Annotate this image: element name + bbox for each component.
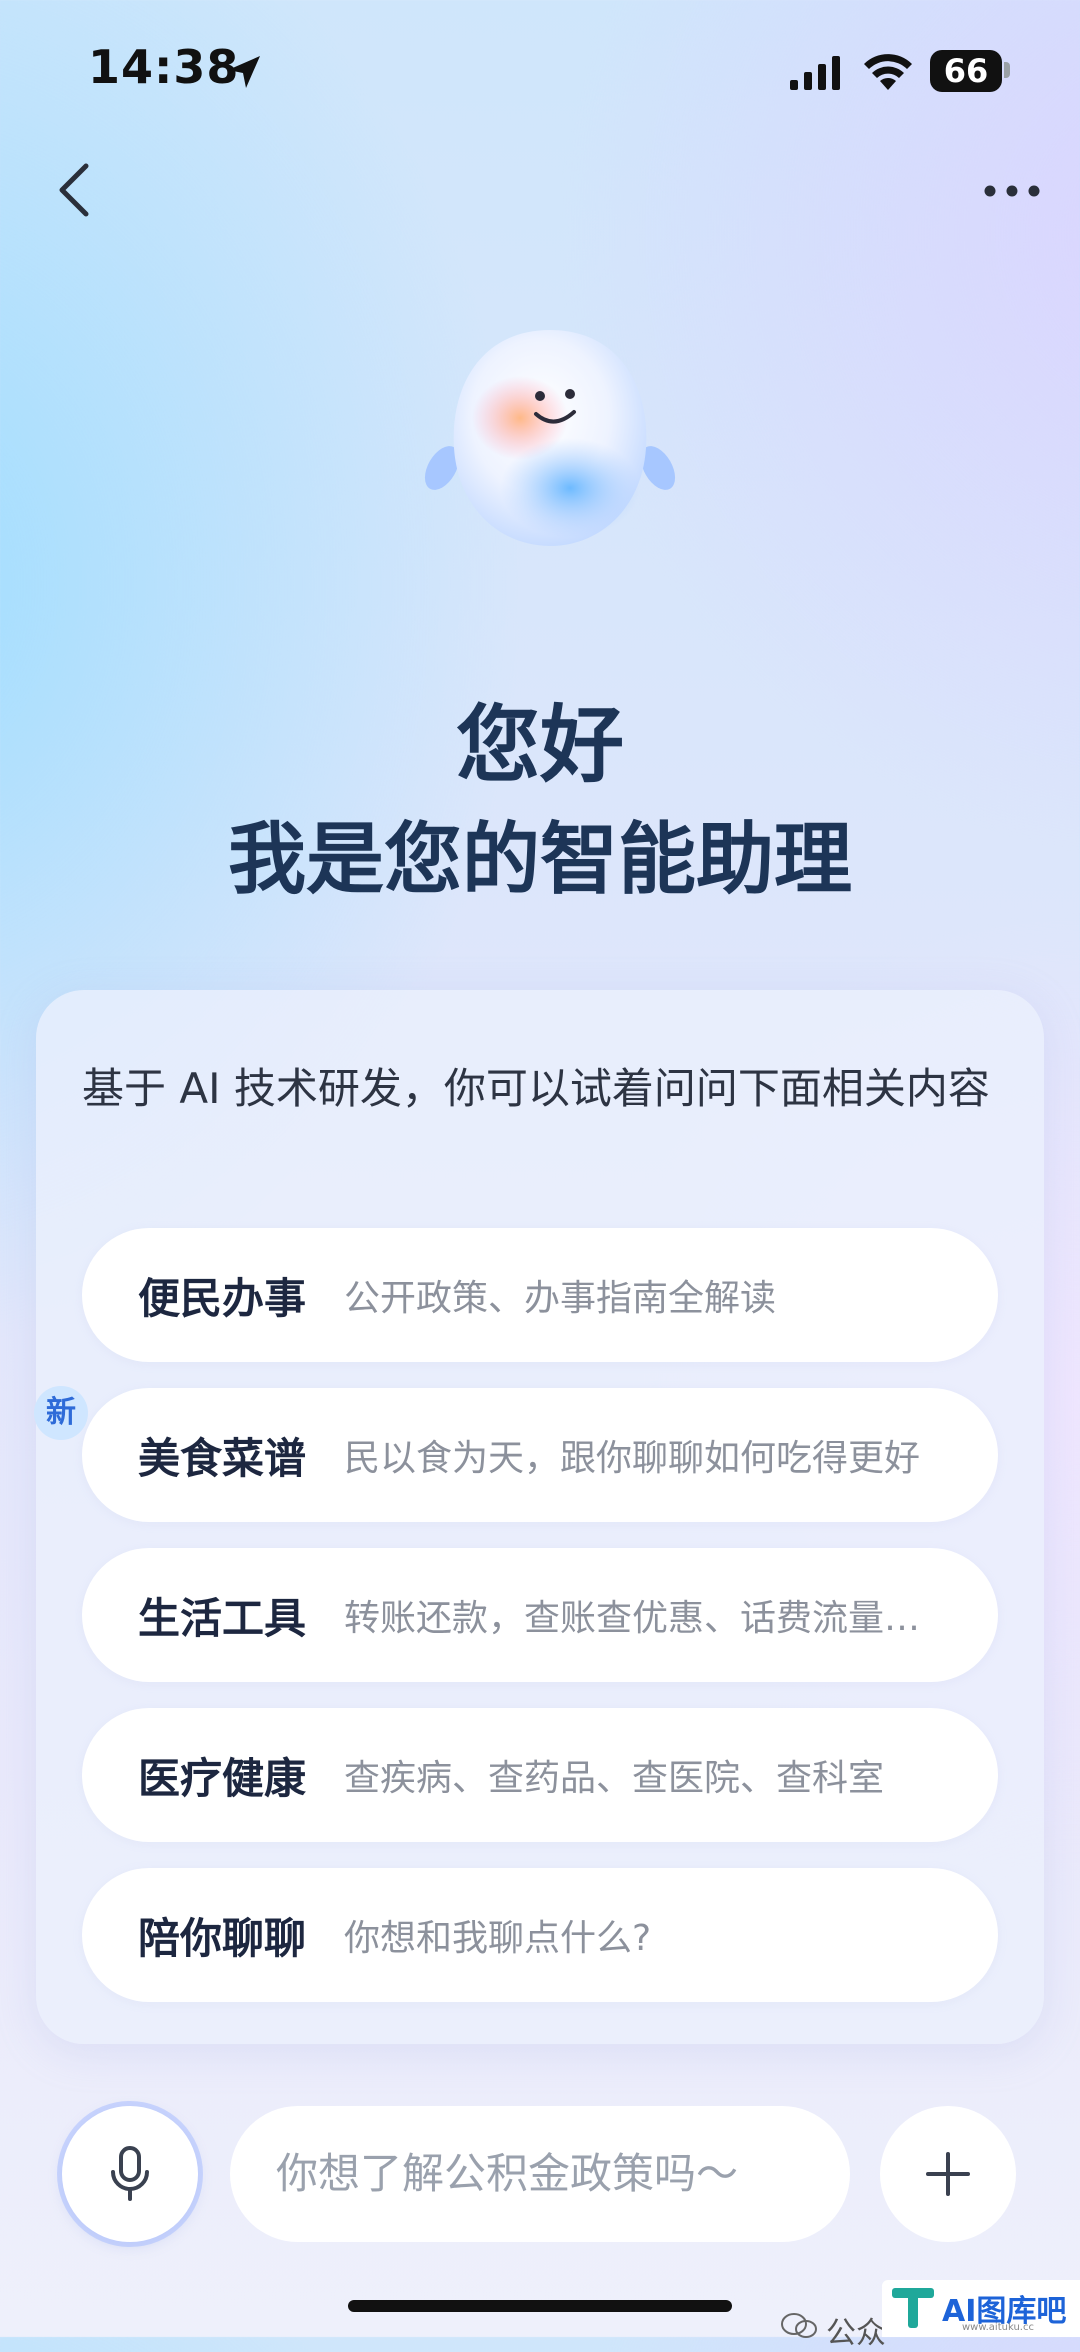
more-options-button[interactable]	[978, 166, 1046, 216]
suggestion-desc: 查疾病、查药品、查医院、查科室	[344, 1758, 885, 1799]
add-button[interactable]	[880, 2106, 1016, 2242]
greeting-line-2: 我是您的智能助理	[227, 815, 852, 905]
microphone-icon	[111, 2146, 149, 2201]
suggestion-title: 便民办事	[138, 1273, 307, 1323]
back-button[interactable]	[44, 150, 104, 230]
suggestion-desc: 你想和我聊点什么?	[344, 1918, 652, 1959]
suggestion-item-life-tools[interactable]: 生活工具 转账还款，查账查优惠、话费流量…	[82, 1548, 998, 1682]
location-arrow-icon	[228, 56, 260, 88]
chat-input-placeholder: 你想了解公积金政策吗～	[276, 2149, 739, 2198]
suggestion-desc: 民以食为天，跟你聊聊如何吃得更好	[344, 1438, 921, 1479]
new-badge: 新	[34, 1386, 88, 1440]
suggestion-title: 陪你聊聊	[138, 1913, 307, 1963]
battery-tip	[1004, 62, 1010, 78]
suggestion-item-food-recipes[interactable]: 美食菜谱 民以食为天，跟你聊聊如何吃得更好	[82, 1388, 998, 1522]
suggestion-item-chat[interactable]: 陪你聊聊 你想和我聊点什么?	[82, 1868, 998, 2002]
battery-indicator: 66	[930, 50, 1002, 92]
greeting-line-1: 您好	[455, 696, 624, 794]
assistant-mascot-image	[424, 330, 676, 546]
home-indicator	[348, 2300, 732, 2312]
watermark-text: 公众	[826, 2316, 886, 2351]
voice-input-button[interactable]	[62, 2106, 198, 2242]
suggestion-card: 基于 AI 技术研发，你可以试着问问下面相关内容 便民办事 公开政策、办事指南全…	[36, 990, 1044, 2044]
suggestion-title: 生活工具	[138, 1593, 307, 1643]
chat-input[interactable]: 你想了解公积金政策吗～	[230, 2106, 850, 2242]
suggestion-title: 美食菜谱	[138, 1433, 307, 1483]
suggestion-title: 医疗健康	[138, 1753, 307, 1803]
wifi-icon	[864, 54, 912, 90]
watermark-logo: AI图库吧 www.aituku.cc	[882, 2280, 1080, 2337]
card-intro-text: 基于 AI 技术研发，你可以试着问问下面相关内容	[82, 1064, 990, 1113]
status-bar: 14:38 66	[0, 0, 1080, 140]
wechat-icon	[781, 2313, 817, 2338]
plus-icon	[926, 2152, 970, 2196]
suggestion-desc: 转账还款，查账查优惠、话费流量…	[344, 1598, 921, 1639]
suggestion-item-convenience-services[interactable]: 便民办事 公开政策、办事指南全解读	[82, 1228, 998, 1362]
cellular-signal-icon	[790, 56, 840, 90]
status-time: 14:38	[88, 40, 240, 94]
suggestion-desc: 公开政策、办事指南全解读	[344, 1278, 777, 1319]
greeting-title: 您好 我是您的智能助理	[0, 690, 1080, 920]
suggestion-item-medical-health[interactable]: 医疗健康 查疾病、查药品、查医院、查科室	[82, 1708, 998, 1842]
logo-url: www.aituku.cc	[962, 2322, 1034, 2333]
logo-t-icon	[892, 2288, 934, 2328]
